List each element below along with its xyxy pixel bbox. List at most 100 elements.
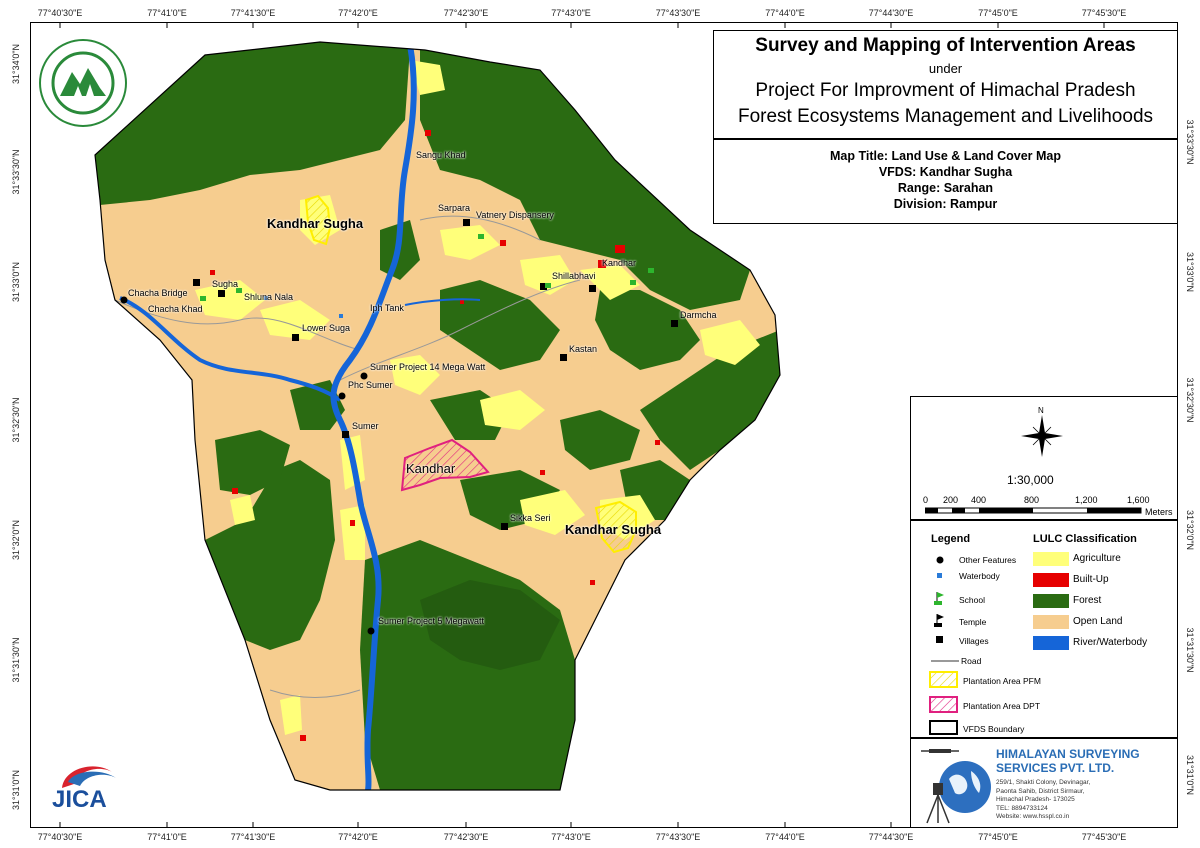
place-label: Darmcha [680,310,717,320]
lon-label: 77°41'0"E [147,832,187,842]
place-label: Shluna Nala [244,292,294,302]
other-feature-symbol-icon [936,556,944,564]
lon-label: 77°44'0"E [765,8,805,18]
legend-heading: Legend [931,533,971,545]
place-label: Lower Suga [302,323,351,333]
scale-tick: 1,200 [1075,495,1098,505]
division-line: Division: Rampur [893,197,998,211]
lon-label: 77°40'30"E [37,8,83,18]
lon-label: 77°40'30"E [37,832,83,842]
scale-tick: 1,600 [1127,495,1150,505]
lon-label: 77°41'30"E [230,832,276,842]
lon-label: 77°44'30"E [868,8,914,18]
hp-forest-logo [38,38,128,128]
place-label: Sikka Seri [510,513,551,523]
company-address: 259/1, Shakti Colony, Devinagar, Paonta … [996,779,1090,822]
lulc-swatch-agriculture [1033,552,1069,566]
school-flag-icon [934,592,944,605]
lon-label: 77°42'30"E [443,8,489,18]
legend-item: Plantation Area PFM [963,676,1041,686]
info-panel: Map Title: Land Use & Land Cover Map VFD… [713,139,1178,224]
lulc-swatch-river [1033,636,1069,650]
place-label: Phc Sumer [348,380,393,390]
jica-logo: JICA [50,758,130,818]
place-label: Kastan [569,344,598,354]
lat-label: 31°33'0"N [11,261,21,303]
place-label: Chacha Khad [148,304,203,314]
map-title-line: Map Title: Land Use & Land Cover Map [829,149,1062,163]
plantation-pfm-symbol-icon [929,671,958,688]
lulc-label: Open Land [1073,616,1123,627]
address-line: Himachal Pradesh- 173025 [996,796,1075,803]
company-panel: HIMALAYAN SURVEYING SERVICES PVT. LTD. 2… [910,738,1178,828]
legend-panel: Legend LULC Classification Other Feature… [910,520,1178,738]
lat-label: 31°32'30"N [1185,377,1195,423]
lulc-label: River/Waterbody [1073,637,1148,648]
vfds-line: VFDS: Kandhar Sugha [878,165,1013,179]
lulc-label: Forest [1073,595,1102,606]
address-line: Paonta Sahib, District Sirmaur, [996,787,1085,795]
lon-label: 77°44'0"E [765,832,805,842]
lat-label: 31°31'0"N [1185,754,1195,796]
lat-label: 31°33'30"N [11,149,21,195]
lon-label: 77°41'30"E [230,8,276,18]
legend-item: Villages [959,636,989,646]
lat-label: 31°31'30"N [11,637,21,683]
legend-item: Temple [959,617,987,627]
north-arrow-icon [1021,415,1063,457]
legend-item: Waterbody [959,571,1000,581]
project-line-1: Project For Improvment of Himachal Prade… [755,80,1136,101]
lon-label: 77°45'0"E [978,832,1018,842]
title-panel: Survey and Mapping of Intervention Areas… [713,30,1178,139]
lulc-label: Agriculture [1073,553,1121,564]
road-symbol-icon [931,660,959,662]
lon-label: 77°43'0"E [551,832,591,842]
place-label: Kandhar Sugha [565,522,662,537]
lat-label: 31°32'0"N [11,519,21,561]
lulc-swatch-open-land [1033,615,1069,629]
place-label: Sumer Project 5 Megawatt [378,616,485,626]
address-line: 259/1, Shakti Colony, Devinagar, [996,779,1091,786]
address-line: Website: www.hsspl.co.in [996,813,1070,820]
lat-label: 31°32'30"N [11,397,21,443]
hp-forest-emblem-icon [39,39,127,127]
lon-label: 77°41'0"E [147,8,187,18]
legend-item: Road [961,656,982,666]
scale-ratio: 1:30,000 [1007,473,1054,487]
map-main-title: Survey and Mapping of Intervention Areas [755,35,1136,56]
lon-label: 77°43'30"E [655,832,701,842]
place-label: Shillabhavi [552,271,596,281]
company-name-line1: HIMALAYAN SURVEYING [996,747,1140,761]
surveyor-drone-globe-icon [921,749,991,824]
place-label: Sarpara [438,203,471,213]
legend-item: VFDS Boundary [963,724,1025,734]
place-label: Vatnery Dispansery [476,210,554,220]
lon-label: 77°45'30"E [1081,832,1127,842]
legend-item: Other Features [959,555,1017,565]
lulc-swatch-forest [1033,594,1069,608]
scale-panel: N 1:30,000 0 200 400 800 1,200 1,600 Met… [910,396,1178,520]
jica-wordmark: JICA [52,786,107,813]
lon-label: 77°42'0"E [338,832,378,842]
lat-label: 31°32'0"N [1185,509,1195,551]
place-label: Sugha [212,279,239,289]
scale-tick: 400 [971,495,987,505]
lulc-heading: LULC Classification [1033,533,1137,545]
scale-tick: 800 [1024,495,1040,505]
legend-item: Plantation Area DPT [963,701,1041,711]
place-label: Chacha Bridge [128,288,188,298]
lat-label: 31°34'0"N [11,43,21,85]
scale-tick: 0 [923,495,929,505]
scale-unit: Meters [1145,507,1173,517]
village-symbol-icon [936,636,943,643]
legend-item: School [959,595,985,605]
lon-label: 77°42'30"E [443,832,489,842]
title-under: under [928,61,963,76]
north-letter: N [1038,406,1044,415]
vfds-boundary-symbol-icon [929,720,958,735]
waterbody-symbol-icon [937,573,942,578]
lat-label: 31°31'30"N [1185,627,1195,673]
place-label: Iph Tank [370,303,404,313]
lat-label: 31°33'0"N [1185,251,1195,293]
lon-label: 77°43'0"E [551,8,591,18]
